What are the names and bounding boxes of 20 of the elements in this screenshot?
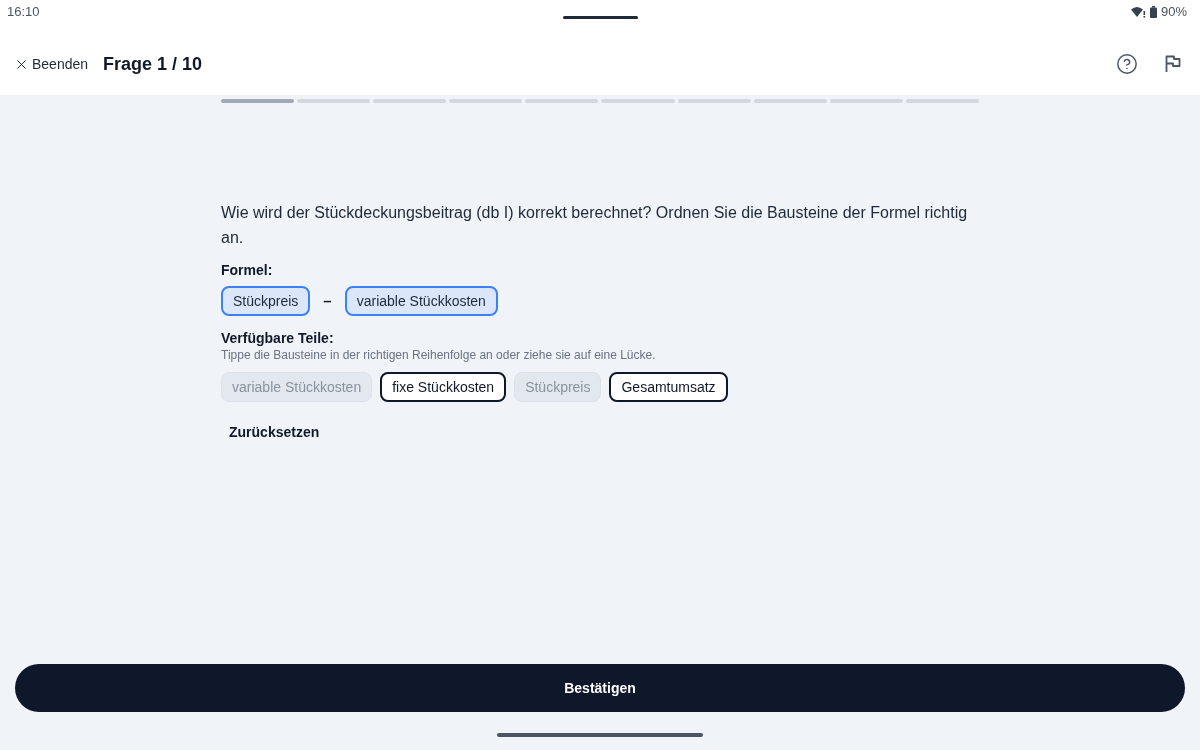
parts-label: Verfügbare Teile: [221,329,334,347]
answer-piece[interactable]: Gesamtumsatz [609,372,728,402]
answer-piece[interactable]: fixe Stückkosten [380,372,507,402]
confirm-button[interactable]: Bestätigen [15,664,1185,712]
wifi-alert-icon [1130,6,1146,18]
close-button[interactable]: Beenden [14,53,89,75]
question-counter-title: Frage 1 / 10 [103,52,203,76]
formula-slot[interactable]: variable Stückkosten [344,286,498,316]
battery-level: 90% [1160,3,1187,22]
help-button[interactable] [1115,52,1139,76]
question-text: Wie wird der Stückdeckungsbeitrag (db I) korrekt berechnet? Ordnen Sie die Bausteine der Formel richtig an. [221,203,969,248]
formula-label: Formel: [221,261,273,280]
minus-operator: – [323,290,332,311]
battery-icon [1149,6,1157,18]
reset-button[interactable]: Zurücksetzen [221,416,328,448]
help-icon [1116,53,1138,75]
parts-hint: Tippe die Bausteine in der richtigen Reihenfolge an oder ziehe sie auf eine Lücke. [221,347,656,363]
flag-icon [1165,55,1181,73]
formula-slot[interactable]: Stückpreis [221,286,311,316]
status-time: 16:10 [7,3,40,22]
